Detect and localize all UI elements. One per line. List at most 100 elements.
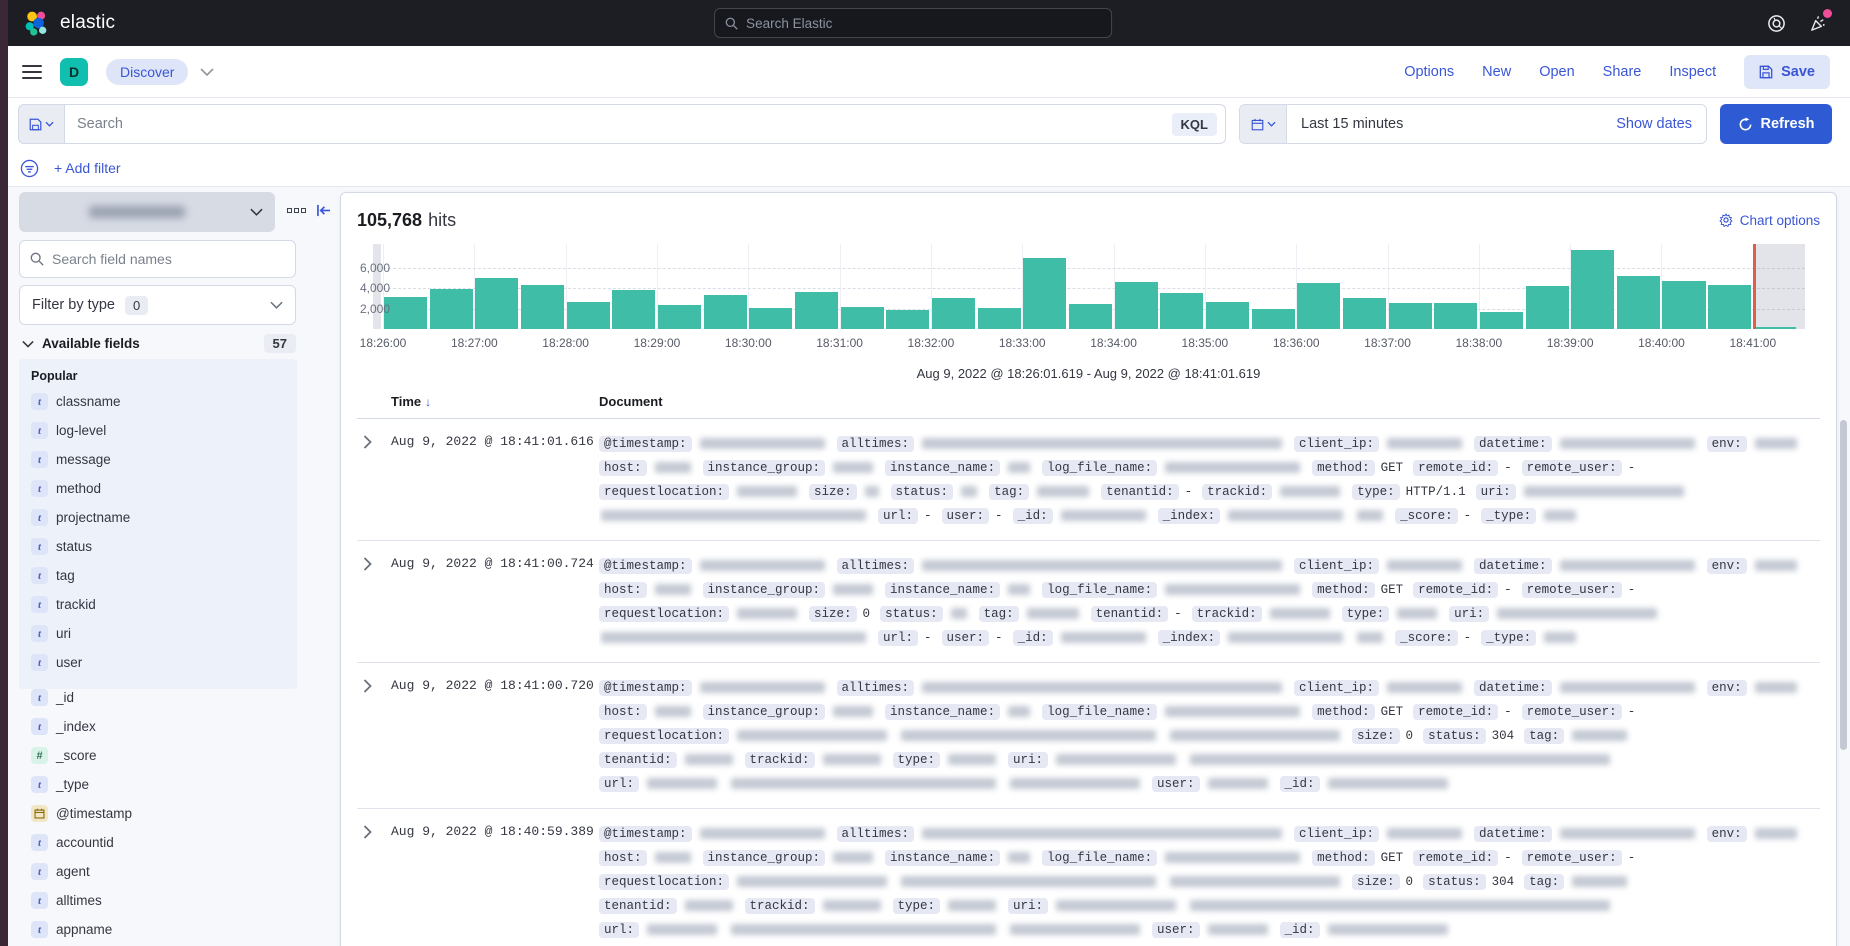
field-item-_id[interactable]: t_id bbox=[31, 683, 297, 712]
hits-histogram[interactable]: 2,0004,0006,000 18:26:0018:27:0018:28:00… bbox=[357, 244, 1820, 356]
discover-app-badge[interactable]: D bbox=[60, 58, 88, 86]
field-item-agent[interactable]: tagent bbox=[31, 857, 297, 886]
field-name-badge: client_ip: bbox=[1294, 436, 1379, 452]
field-item-classname[interactable]: tclassname bbox=[31, 387, 297, 416]
news-party-icon[interactable] bbox=[1808, 13, 1828, 33]
filter-icon[interactable] bbox=[20, 159, 39, 178]
nav-link-new[interactable]: New bbox=[1482, 64, 1511, 80]
time-column-header[interactable]: Time↓ bbox=[391, 394, 599, 409]
field-item-_score[interactable]: #_score bbox=[31, 741, 297, 770]
saved-query-menu-button[interactable] bbox=[18, 104, 64, 144]
histogram-bar[interactable] bbox=[1343, 298, 1386, 329]
field-item-method[interactable]: tmethod bbox=[31, 474, 297, 503]
field-item-tag[interactable]: ttag bbox=[31, 561, 297, 590]
expand-row-icon[interactable] bbox=[357, 822, 377, 842]
histogram-bar[interactable] bbox=[1206, 302, 1249, 329]
global-search-input[interactable]: Search Elastic bbox=[714, 8, 1112, 38]
histogram-bar[interactable] bbox=[475, 278, 518, 329]
filter-by-type-select[interactable]: Filter by type 0 bbox=[19, 285, 296, 325]
field-name-badge: uri: bbox=[1449, 606, 1489, 622]
histogram-bar[interactable] bbox=[1023, 258, 1066, 329]
elastic-logo[interactable]: elastic bbox=[24, 10, 115, 36]
expand-row-icon[interactable] bbox=[357, 676, 377, 696]
histogram-bar[interactable] bbox=[384, 297, 427, 329]
menu-icon[interactable] bbox=[22, 65, 42, 79]
date-picker: Last 15 minutes Show dates bbox=[1239, 104, 1707, 144]
show-dates-button[interactable]: Show dates bbox=[1616, 116, 1692, 132]
histogram-bar[interactable] bbox=[1115, 282, 1158, 329]
redacted-value bbox=[1544, 632, 1576, 643]
add-filter-button[interactable]: + Add filter bbox=[54, 160, 121, 176]
field-search-input[interactable]: Search field names bbox=[19, 240, 296, 278]
histogram-bar[interactable] bbox=[1662, 281, 1705, 329]
available-fields-header[interactable]: Available fields 57 bbox=[22, 334, 296, 353]
document-summary[interactable]: @timestamp:alltimes:client_ip:datetime:e… bbox=[599, 554, 1820, 650]
date-quick-select-button[interactable] bbox=[1240, 105, 1287, 143]
help-icon[interactable] bbox=[1766, 13, 1786, 33]
histogram-bar[interactable] bbox=[612, 290, 655, 329]
histogram-bar[interactable] bbox=[1708, 285, 1751, 329]
field-item-_type[interactable]: t_type bbox=[31, 770, 297, 799]
field-settings-icon[interactable] bbox=[287, 208, 306, 213]
query-language-button[interactable]: KQL bbox=[1172, 113, 1217, 136]
histogram-bar[interactable] bbox=[932, 298, 975, 329]
document-summary[interactable]: @timestamp:alltimes:client_ip:datetime:e… bbox=[599, 432, 1820, 528]
histogram-bar[interactable] bbox=[1526, 286, 1569, 329]
histogram-bar[interactable] bbox=[1069, 304, 1112, 329]
histogram-bar[interactable] bbox=[1434, 303, 1477, 329]
histogram-bar[interactable] bbox=[1389, 303, 1432, 329]
histogram-bar[interactable] bbox=[841, 307, 884, 329]
histogram-bar[interactable] bbox=[1252, 309, 1295, 329]
nav-link-inspect[interactable]: Inspect bbox=[1669, 64, 1716, 80]
document-summary[interactable]: @timestamp:alltimes:client_ip:datetime:e… bbox=[599, 676, 1820, 796]
histogram-bar[interactable] bbox=[658, 305, 701, 329]
expand-row-icon[interactable] bbox=[357, 432, 377, 452]
chart-options-button[interactable]: Chart options bbox=[1719, 213, 1820, 228]
save-button[interactable]: Save bbox=[1744, 55, 1830, 89]
histogram-bar[interactable] bbox=[1480, 312, 1523, 329]
field-item-appname[interactable]: tappname bbox=[31, 915, 297, 944]
field-item-trackid[interactable]: ttrackid bbox=[31, 590, 297, 619]
query-search-input[interactable]: Search KQL bbox=[64, 104, 1226, 144]
field-item-log-level[interactable]: tlog-level bbox=[31, 416, 297, 445]
field-item-timestamp[interactable]: @timestamp bbox=[31, 799, 297, 828]
vertical-scrollbar[interactable] bbox=[1840, 420, 1847, 750]
nav-link-open[interactable]: Open bbox=[1539, 64, 1574, 80]
document-summary[interactable]: @timestamp:alltimes:client_ip:datetime:e… bbox=[599, 822, 1820, 942]
expand-row-icon[interactable] bbox=[357, 554, 377, 574]
sort-desc-icon[interactable]: ↓ bbox=[425, 395, 431, 409]
histogram-bar[interactable] bbox=[1617, 276, 1660, 329]
histogram-bar[interactable] bbox=[1297, 283, 1340, 329]
histogram-bar-partial[interactable] bbox=[1753, 327, 1796, 329]
field-item-accountid[interactable]: taccountid bbox=[31, 828, 297, 857]
histogram-bar[interactable] bbox=[521, 285, 564, 329]
redacted-value bbox=[601, 510, 866, 521]
histogram-bar[interactable] bbox=[795, 292, 838, 329]
collapse-sidebar-icon[interactable] bbox=[316, 204, 331, 217]
field-value: - bbox=[1174, 607, 1182, 621]
field-item-user[interactable]: tuser bbox=[31, 648, 297, 677]
x-axis-tick-label: 18:28:00 bbox=[542, 336, 589, 350]
histogram-bar[interactable] bbox=[704, 295, 747, 329]
field-item-uri[interactable]: turi bbox=[31, 619, 297, 648]
chevron-down-icon[interactable] bbox=[200, 68, 214, 76]
refresh-button[interactable]: Refresh bbox=[1720, 104, 1832, 144]
histogram-bar[interactable] bbox=[1571, 250, 1614, 329]
breadcrumb[interactable]: Discover bbox=[106, 59, 188, 85]
field-name-badge: client_ip: bbox=[1294, 680, 1379, 696]
histogram-bar[interactable] bbox=[978, 308, 1021, 330]
time-range-value[interactable]: Last 15 minutes bbox=[1301, 116, 1403, 132]
histogram-bar[interactable] bbox=[430, 289, 473, 329]
data-view-picker[interactable] bbox=[19, 192, 275, 232]
field-item-projectname[interactable]: tprojectname bbox=[31, 503, 297, 532]
field-item-alltimes[interactable]: talltimes bbox=[31, 886, 297, 915]
nav-link-share[interactable]: Share bbox=[1603, 64, 1642, 80]
field-item-_index[interactable]: t_index bbox=[31, 712, 297, 741]
nav-link-options[interactable]: Options bbox=[1404, 64, 1454, 80]
field-item-message[interactable]: tmessage bbox=[31, 445, 297, 474]
histogram-bar[interactable] bbox=[886, 310, 929, 329]
histogram-bar[interactable] bbox=[1160, 293, 1203, 329]
histogram-bar[interactable] bbox=[749, 308, 792, 329]
histogram-bar[interactable] bbox=[567, 302, 610, 329]
field-item-status[interactable]: tstatus bbox=[31, 532, 297, 561]
